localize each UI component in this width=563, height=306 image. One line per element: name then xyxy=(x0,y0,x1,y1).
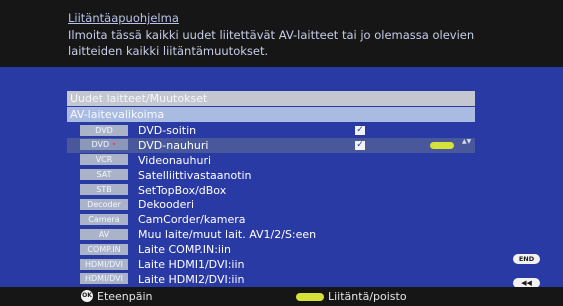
device-tag: COMP.IN xyxy=(80,243,128,255)
page-title: Liitäntäapuohjelma xyxy=(68,11,179,25)
panel-heading: Uudet laitteet/Muutokset xyxy=(67,91,475,106)
device-tag: HDMI/DVI xyxy=(80,258,128,270)
checkmark-icon[interactable]: ✓ xyxy=(355,140,365,150)
device-label: Laite COMP.IN:iin xyxy=(138,243,232,257)
device-label: DVD-nauhuri xyxy=(138,138,209,152)
scroll-arrows-icon[interactable]: ▲▼ xyxy=(462,138,471,145)
device-tag: Decoder xyxy=(80,198,128,210)
device-list: DVD DVD-soitin ✓ DVD • DVD-nauhuri ✓ ▲▼ … xyxy=(67,123,475,287)
end-button[interactable]: END xyxy=(513,254,540,264)
list-item[interactable]: DVD DVD-soitin ✓ xyxy=(67,123,475,138)
device-label: Videonauhuri xyxy=(138,153,212,167)
list-item[interactable]: STB SetTopBox/dBox xyxy=(67,183,475,198)
yellow-hint-label: Liitäntä/poisto xyxy=(328,290,407,303)
device-tag: AV xyxy=(80,228,128,240)
device-tag: VCR xyxy=(80,154,128,166)
device-tag: Camera xyxy=(80,213,128,225)
device-label: DVD-soitin xyxy=(138,124,197,137)
device-tag: DVD • xyxy=(80,139,128,151)
device-tag: STB xyxy=(80,184,128,196)
list-item[interactable]: COMP.IN Laite COMP.IN:iin xyxy=(67,242,475,257)
page-description: Ilmoita tässä kaikki uudet liitettävät A… xyxy=(68,28,475,58)
list-item[interactable]: Camera CamCorder/kamera xyxy=(67,212,475,227)
list-item[interactable]: HDMI/DVI Laite HDMI1/DVI:iin xyxy=(67,257,475,272)
ok-button-icon[interactable]: OK xyxy=(81,290,93,302)
device-label: Laite HDMI2/DVI:iin xyxy=(138,272,245,286)
device-label: Laite HDMI1/DVI:iin xyxy=(138,258,245,272)
list-item[interactable]: VCR Videonauhuri xyxy=(67,153,475,168)
device-label: Dekooderi xyxy=(138,198,195,212)
device-tag: SAT xyxy=(80,169,128,181)
list-item[interactable]: HDMI/DVI Laite HDMI2/DVI:iin xyxy=(67,272,475,287)
list-item[interactable]: Decoder Dekooderi xyxy=(67,197,475,212)
list-item-selected[interactable]: DVD • DVD-nauhuri ✓ ▲▼ xyxy=(67,137,475,153)
yellow-key-icon[interactable] xyxy=(296,293,324,301)
device-tag: DVD xyxy=(80,124,128,136)
device-tag-text: DVD xyxy=(91,140,110,150)
panel-subheading: AV-laitevalikoima xyxy=(67,107,475,122)
ok-hint-label: Eteenpäin xyxy=(97,290,153,303)
device-tag: HDMI/DVI xyxy=(80,273,128,285)
device-label: Satelliittivastaanotin xyxy=(138,168,252,182)
checkmark-icon[interactable]: ✓ xyxy=(355,126,365,135)
yellow-button-icon[interactable] xyxy=(430,141,454,149)
list-item[interactable]: SAT Satelliittivastaanotin xyxy=(67,168,475,183)
device-label: SetTopBox/dBox xyxy=(138,183,227,197)
list-item[interactable]: AV Muu laite/muut lait. AV1/2/S:een xyxy=(67,227,475,242)
device-label: Muu laite/muut lait. AV1/2/S:een xyxy=(138,228,317,242)
recording-dot-icon: • xyxy=(111,140,117,150)
device-label: CamCorder/kamera xyxy=(138,213,246,227)
